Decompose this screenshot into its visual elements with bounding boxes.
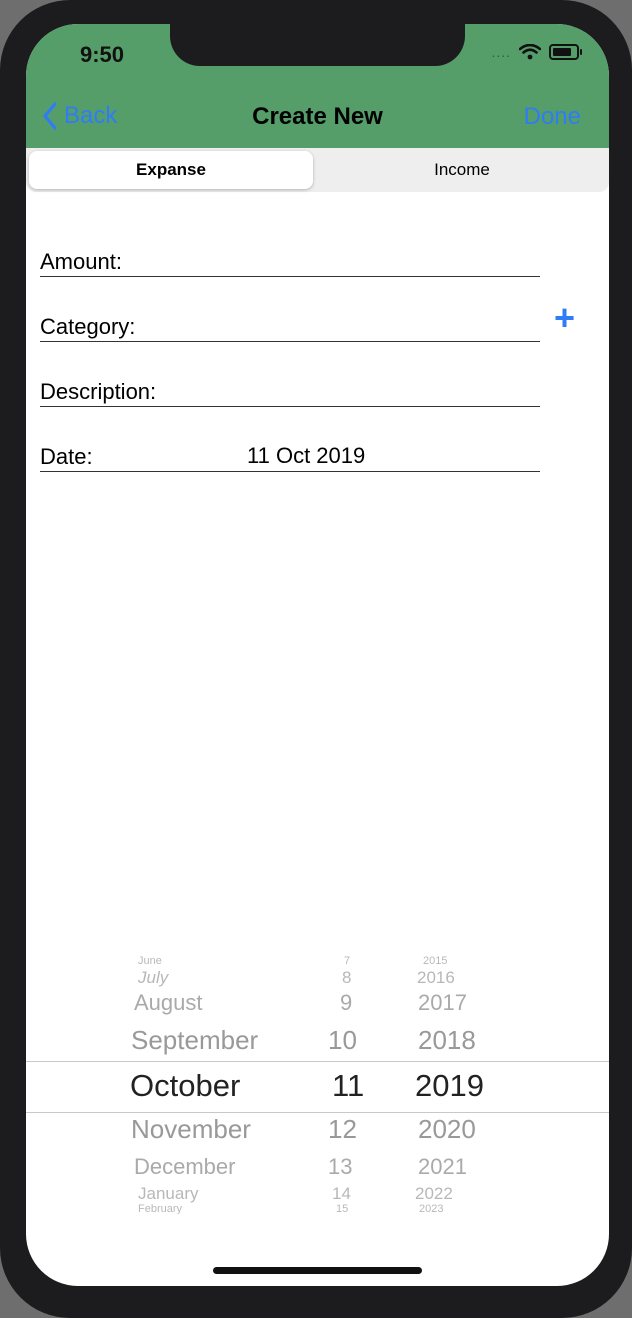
done-button[interactable]: Done bbox=[524, 103, 581, 131]
description-label: Description: bbox=[40, 379, 157, 404]
date-value: 11 Oct 2019 bbox=[247, 443, 366, 468]
picker-day-item: 7 bbox=[344, 955, 351, 967]
status-icons: .... bbox=[491, 44, 582, 60]
signal-dots: .... bbox=[491, 44, 511, 60]
picker-month-item: February bbox=[138, 1203, 183, 1214]
home-indicator[interactable] bbox=[213, 1267, 422, 1274]
app-screen: 9:50 .... Back Create New Done Expanse I… bbox=[26, 24, 609, 1286]
picker-day-item: 13 bbox=[328, 1154, 353, 1179]
header-bar: 9:50 .... Back Create New Done bbox=[26, 24, 609, 148]
date-picker[interactable]: June July August September October Novem… bbox=[26, 952, 609, 1214]
picker-day-item: 9 bbox=[340, 990, 353, 1015]
segment-income[interactable]: Income bbox=[317, 151, 607, 189]
picker-month-item: December bbox=[134, 1154, 236, 1179]
category-field[interactable]: Category: bbox=[40, 311, 540, 342]
picker-day-item: 8 bbox=[342, 968, 352, 987]
picker-day-selected[interactable]: 11 bbox=[332, 1068, 364, 1104]
segment-expense[interactable]: Expanse bbox=[29, 151, 313, 189]
picker-month-selected[interactable]: October bbox=[130, 1068, 240, 1104]
picker-month-item: September bbox=[131, 1025, 259, 1055]
plus-icon[interactable]: + bbox=[554, 300, 575, 336]
picker-year-item: 2020 bbox=[418, 1114, 476, 1144]
picker-month-item: August bbox=[134, 990, 203, 1015]
amount-field[interactable]: Amount: bbox=[40, 246, 540, 277]
date-field[interactable]: Date: 11 Oct 2019 bbox=[40, 441, 540, 472]
picker-year-item: 2018 bbox=[418, 1025, 476, 1055]
battery-icon bbox=[549, 44, 582, 60]
type-segmented-control: Expanse Income bbox=[26, 148, 609, 192]
notch bbox=[170, 24, 465, 66]
status-time: 9:50 bbox=[80, 42, 125, 67]
picker-month-item: July bbox=[138, 968, 169, 987]
description-field[interactable]: Description: bbox=[40, 376, 540, 407]
wifi-icon bbox=[519, 44, 541, 60]
picker-day-item: 10 bbox=[328, 1025, 357, 1055]
picker-day-item: 15 bbox=[336, 1203, 349, 1214]
page-title: Create New bbox=[252, 103, 383, 130]
picker-year-item: 2015 bbox=[423, 955, 448, 967]
picker-month-item: June bbox=[138, 955, 162, 967]
picker-year-item: 2023 bbox=[419, 1203, 444, 1214]
picker-selection-band bbox=[26, 1061, 609, 1113]
picker-day-item: 12 bbox=[328, 1114, 357, 1144]
picker-year-item: 2017 bbox=[418, 990, 467, 1015]
picker-year-item: 2022 bbox=[415, 1184, 453, 1203]
picker-month-item: November bbox=[131, 1114, 251, 1144]
picker-year-item: 2021 bbox=[418, 1154, 467, 1179]
picker-month-item: January bbox=[138, 1184, 199, 1203]
amount-label: Amount: bbox=[40, 249, 122, 274]
category-label: Category: bbox=[40, 314, 136, 339]
picker-day-item: 14 bbox=[332, 1184, 351, 1203]
date-label: Date: bbox=[40, 444, 93, 469]
picker-year-item: 2016 bbox=[417, 968, 455, 987]
picker-year-selected[interactable]: 2019 bbox=[415, 1068, 484, 1104]
